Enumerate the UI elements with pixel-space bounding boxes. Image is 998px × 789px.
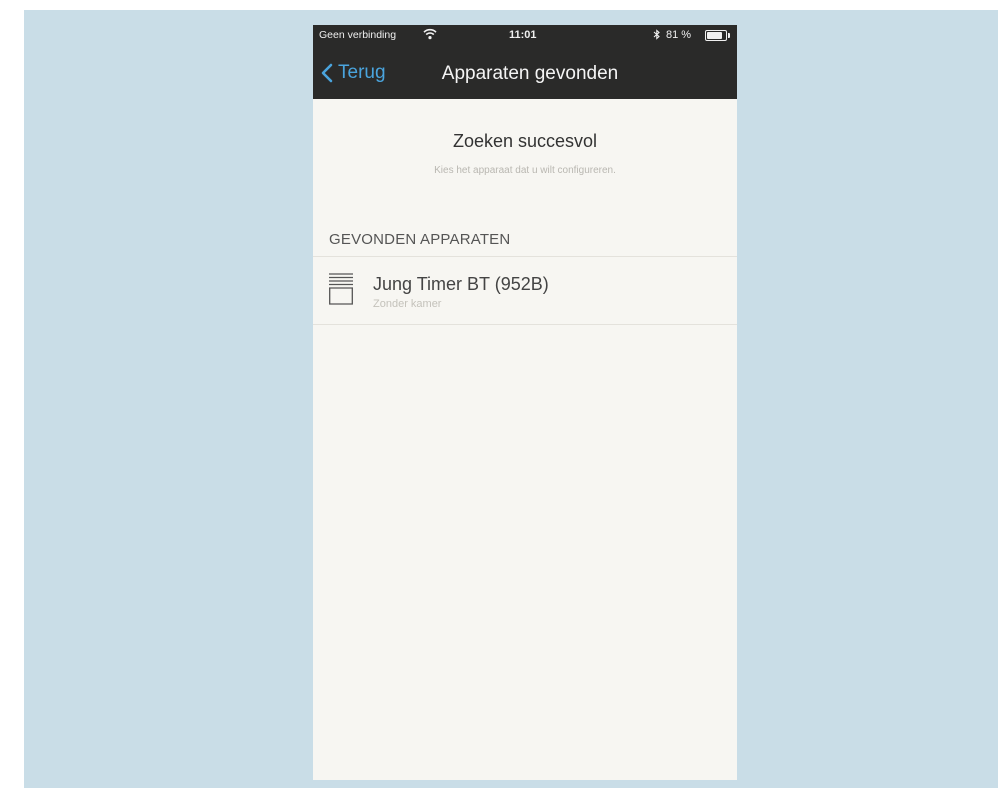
navigation-bar: Terug Apparaten gevonden (313, 47, 737, 99)
section-header: GEVONDEN APPARATEN (329, 231, 511, 248)
battery-icon (705, 30, 730, 41)
blind-timer-icon (329, 273, 355, 307)
battery-level-fill (707, 32, 722, 39)
list-item-device[interactable]: Jung Timer BT (952B) Zonder kamer (313, 257, 737, 324)
app-screen: Geen verbinding 11:01 81 % Terug Apparat… (313, 25, 737, 780)
wifi-icon (423, 28, 437, 43)
search-result-subtitle: Kies het apparaat dat u wilt configurere… (434, 165, 616, 176)
page-title: Apparaten gevonden (441, 63, 619, 84)
battery-percent: 81 % (666, 29, 692, 41)
bluetooth-icon (653, 29, 661, 43)
carrier-label: Geen verbinding (319, 29, 397, 41)
search-result-title: Zoeken succesvol (452, 131, 598, 151)
divider (313, 324, 737, 325)
device-room: Zonder kamer (373, 298, 442, 310)
status-bar: Geen verbinding 11:01 81 % (313, 25, 737, 47)
clock-time: 11:01 (509, 29, 537, 41)
device-name: Jung Timer BT (952B) (373, 274, 549, 294)
battery-tip (728, 33, 730, 38)
